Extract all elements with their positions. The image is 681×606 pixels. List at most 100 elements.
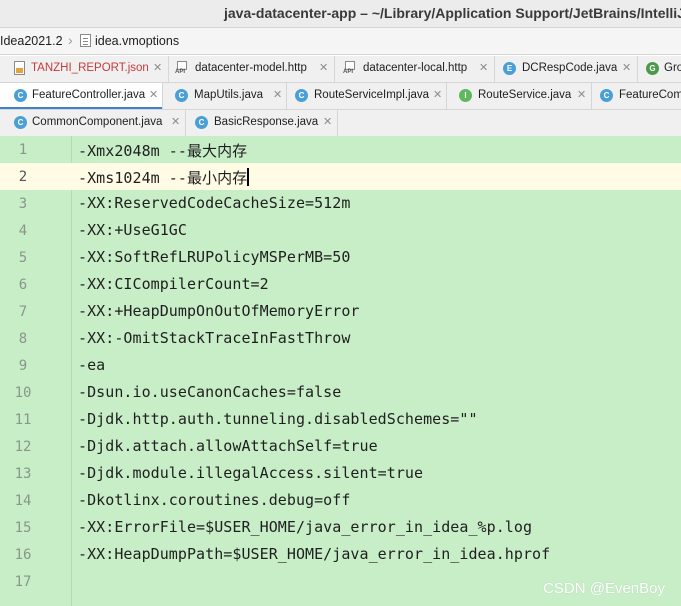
line-text: -XX:+HeapDumpOnOutOfMemoryError [78,302,360,320]
line-number: 1 [18,142,28,158]
tab-label: FeatureCom [619,89,681,101]
code-line[interactable]: 5 -XX:SoftRefLRUPolicyMSPerMB=50 [0,244,681,271]
tab-commoncomponent-java[interactable]: C CommonComponent.java ✕ [0,110,186,136]
close-icon[interactable]: ✕ [153,61,162,74]
line-text: -Djdk.module.illegalAccess.silent=true [78,464,424,482]
close-icon[interactable]: ✕ [171,115,180,128]
code-editor[interactable]: 1 -Xmx2048m --最大内存 2 -Xms1024m --最小内存 3 -XX:R… [0,136,681,606]
tab-routeserviceimpl-java[interactable]: C RouteServiceImpl.java ✕ [287,83,447,109]
tab-label: MapUtils.java [194,89,264,101]
code-line[interactable]: 9 -ea [0,352,681,379]
line-number: 16 [14,547,32,563]
line-number: 15 [14,520,32,536]
breadcrumb-root[interactable]: Idea2021.2 [0,34,63,48]
tab-datacenter-local-http[interactable]: API datacenter-local.http ✕ [335,56,495,82]
line-text: -Djdk.http.auth.tunneling.disabledScheme… [78,410,478,428]
close-icon[interactable]: ✕ [149,88,158,101]
breadcrumb-file-label: idea.vmoptions [95,34,180,48]
tab-label: TANZHI_REPORT.json [31,62,149,74]
code-line[interactable]: 8 -XX:-OmitStackTraceInFastThrow [0,325,681,352]
text-caret [247,168,249,186]
breadcrumb-file[interactable]: idea.vmoptions [80,34,179,48]
line-text: -Dsun.io.useCanonCaches=false [78,383,342,401]
line-text: -XX:CICompilerCount=2 [78,275,269,293]
close-icon[interactable]: ✕ [433,88,442,101]
close-icon[interactable]: ✕ [273,88,282,101]
code-line[interactable]: 15 -XX:ErrorFile=$USER_HOME/java_error_in… [0,514,681,541]
window-title: java-datacenter-app – ~/Library/Applicat… [224,5,681,21]
line-number: 5 [18,250,28,266]
tab-maputils-java[interactable]: C MapUtils.java ✕ [163,83,287,109]
tab-tanzhi-report-json[interactable]: TANZHI_REPORT.json ✕ [0,56,169,82]
line-text: -Xmx2048m --最大内存 [78,142,248,160]
tab-label: RouteServiceImpl.java [314,89,430,101]
tab-featurecontroller-java[interactable]: C FeatureController.java ✕ [0,83,163,109]
code-line[interactable]: 1 -Xmx2048m --最大内存 [0,136,681,163]
json-file-icon [14,61,25,75]
line-number: 14 [14,493,32,509]
class-icon: C [14,89,27,102]
editor-tab-row-3: C CommonComponent.java ✕ C BasicResponse… [0,110,681,137]
close-icon[interactable]: ✕ [323,115,332,128]
class-icon: C [600,89,613,102]
enum-class-icon: E [503,62,516,75]
tab-featurecom[interactable]: C FeatureCom [592,83,681,109]
line-text: -XX:+UseG1GC [78,221,187,239]
tab-label: CommonComponent.java [32,116,163,128]
code-line[interactable]: 12 -Djdk.attach.allowAttachSelf=true [0,433,681,460]
tab-label: datacenter-local.http [363,62,468,74]
tab-groovy[interactable]: G Gro [638,56,681,82]
tab-label: RouteService.java [478,89,572,101]
api-file-icon: API [175,61,189,76]
tab-routeservice-java[interactable]: I RouteService.java ✕ [447,83,592,109]
code-line[interactable]: 11 -Djdk.http.auth.tunneling.disabledSche… [0,406,681,433]
line-number: 11 [14,412,32,428]
line-number: 6 [18,277,28,293]
code-line[interactable]: 7 -XX:+HeapDumpOnOutOfMemoryError [0,298,681,325]
code-line[interactable]: 3 -XX:ReservedCodeCacheSize=512m [0,190,681,217]
line-text: -XX:-OmitStackTraceInFastThrow [78,329,351,347]
code-line[interactable]: 4 -XX:+UseG1GC [0,217,681,244]
class-icon: C [175,89,188,102]
line-text: -Djdk.attach.allowAttachSelf=true [78,437,378,455]
line-text: -XX:ErrorFile=$USER_HOME/java_error_in_i… [78,518,533,536]
code-line[interactable]: 13 -Djdk.module.illegalAccess.silent=true [0,460,681,487]
code-line[interactable]: 10 -Dsun.io.useCanonCaches=false [0,379,681,406]
line-number: 8 [18,331,28,347]
line-number: 13 [14,466,32,482]
editor-tab-row-1: TANZHI_REPORT.json ✕ API datacenter-mode… [0,56,681,83]
line-text: -XX:ReservedCodeCacheSize=512m [78,194,351,212]
line-number: 3 [18,196,28,212]
line-number: 7 [18,304,28,320]
close-icon[interactable]: ✕ [577,88,586,101]
code-line[interactable]: 14 -Dkotlinx.coroutines.debug=off [0,487,681,514]
tab-label: Gro [664,62,681,74]
close-icon[interactable]: ✕ [319,61,328,74]
class-icon: C [195,116,208,129]
api-file-icon: API [343,61,357,76]
code-line[interactable]: 6 -XX:CICompilerCount=2 [0,271,681,298]
line-text: -Xms1024m --最小内存 [78,168,249,187]
breadcrumb: Idea2021.2 › idea.vmoptions [0,28,681,55]
code-line[interactable]: 2 -Xms1024m --最小内存 [0,163,681,190]
tab-basicresponse-java[interactable]: C BasicResponse.java ✕ [186,110,338,136]
title-bar: java-datacenter-app – ~/Library/Applicat… [0,0,681,28]
tab-label: datacenter-model.http [195,62,307,74]
line-number: 12 [14,439,32,455]
line-text: -Dkotlinx.coroutines.debug=off [78,491,351,509]
text-file-icon [80,34,91,47]
tab-label: BasicResponse.java [214,116,319,128]
watermark: CSDN @EvenBoy [543,580,665,597]
close-icon[interactable]: ✕ [622,61,631,74]
code-line[interactable]: 16 -XX:HeapDumpPath=$USER_HOME/java_error… [0,541,681,568]
line-number: 2 [18,169,28,185]
breadcrumb-separator-icon: › [68,32,73,48]
line-number: 10 [14,385,32,401]
tab-datacenter-model-http[interactable]: API datacenter-model.http ✕ [169,56,335,82]
editor-tab-row-2: C FeatureController.java ✕ C MapUtils.ja… [0,83,681,110]
line-number: 4 [18,223,28,239]
line-text: -XX:SoftRefLRUPolicyMSPerMB=50 [78,248,351,266]
interface-icon: I [459,89,472,102]
tab-dcrespcode-java[interactable]: E DCRespCode.java ✕ [495,56,638,82]
close-icon[interactable]: ✕ [479,61,488,74]
